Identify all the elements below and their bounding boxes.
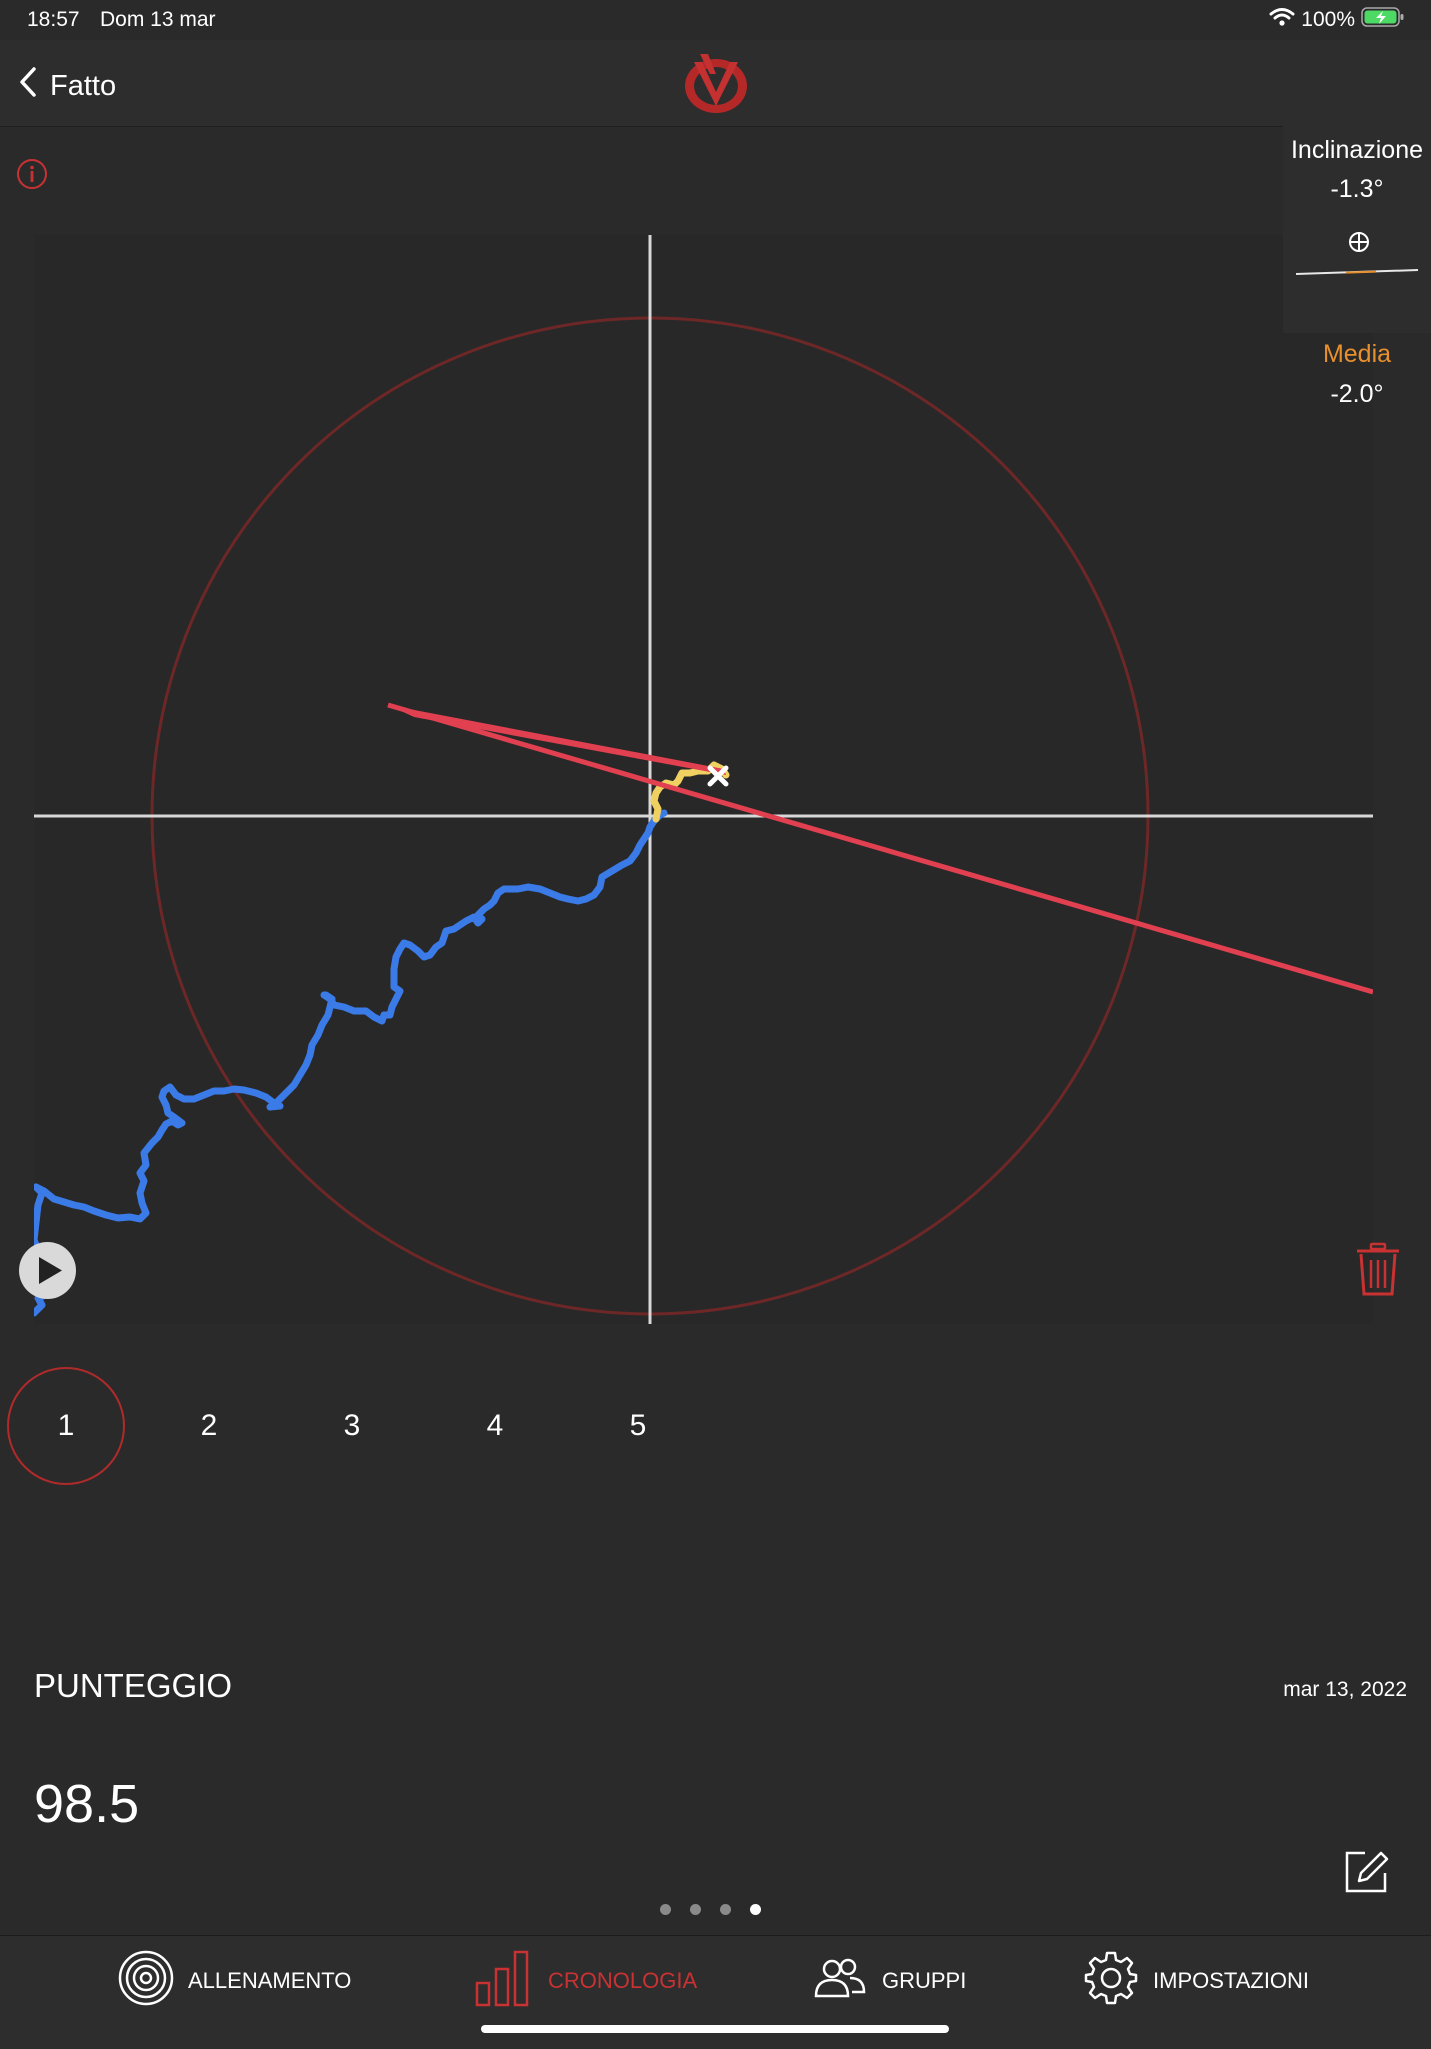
average-label: Media [1322,340,1392,368]
inclination-label: Inclinazione [1290,136,1424,164]
score-label: PUNTEGGIO [34,1667,233,1704]
delete-button[interactable] [1354,1242,1402,1303]
trash-icon [1357,1242,1399,1296]
target-plot [34,235,1373,1324]
edit-icon [1345,1851,1389,1893]
status-indicators: 100% [1269,6,1405,34]
shot-tab-3[interactable]: 3 [293,1367,411,1485]
page-dot-4[interactable] [750,1904,761,1915]
muzzle-line-red [387,702,1373,995]
tab-gruppi[interactable]: GRUPPI [812,1955,966,2007]
app-logo [680,48,752,123]
page-dot-3[interactable] [720,1904,731,1915]
crosshair-icon [1347,230,1371,261]
status-time: 18:57 [27,8,80,31]
status-date: Dom 13 mar [100,8,216,31]
tab-impostazioni[interactable]: IMPOSTAZIONI [1083,1951,1310,2007]
edit-button[interactable] [1343,1849,1391,1900]
inclination-value: -1.3° [1330,175,1384,203]
page-dot-1[interactable] [660,1904,671,1915]
chevron-left-icon [18,66,38,106]
tab-label: IMPOSTAZIONI [1153,1968,1310,1993]
battery-percent: 100% [1301,8,1355,31]
back-button[interactable]: Fatto [18,66,116,106]
shot-tab-4[interactable]: 4 [436,1367,554,1485]
tab-label: ALLENAMENTO [188,1968,352,1993]
home-indicator [481,2025,949,2033]
shot-tab-5[interactable]: 5 [579,1367,697,1485]
tab-allenamento[interactable]: ALLENAMENTO [118,1950,352,2007]
tab-label: CRONOLOGIA [548,1968,698,1993]
wifi-icon [1269,7,1295,33]
people-icon [812,1958,868,2004]
score-date: mar 13, 2022 [1283,1678,1407,1701]
shot-tab-1[interactable]: 1 [7,1367,125,1485]
play-icon [39,1257,62,1284]
muzzle-line-tip [388,705,726,775]
bar-chart-icon [474,1949,534,2013]
level-indicator [1294,262,1420,283]
battery-icon [1361,6,1405,34]
page-dot-2[interactable] [690,1904,701,1915]
back-label: Fatto [50,69,117,102]
tab-cronologia[interactable]: CRONOLOGIA [474,1950,698,2007]
play-button[interactable] [19,1242,76,1299]
target-icon [118,1950,174,2012]
gear-icon [1083,1950,1139,2012]
info-icon[interactable] [16,158,48,195]
shot-tab-2[interactable]: 2 [150,1367,268,1485]
aim-trace-blue [34,809,668,1317]
score-value: 98.5 [34,1774,140,1834]
average-value: -2.0° [1330,380,1384,408]
page-indicator [660,1904,761,1915]
tab-label: GRUPPI [882,1968,967,1993]
